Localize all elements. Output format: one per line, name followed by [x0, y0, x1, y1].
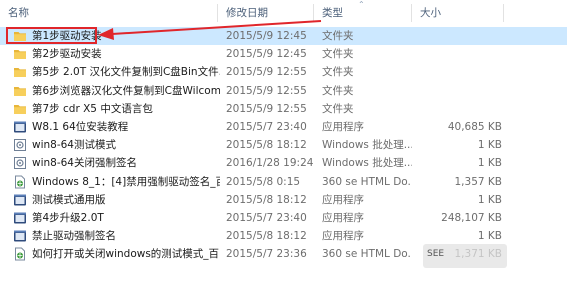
file-modified-date: 2015/5/8 18:12 [226, 193, 307, 206]
file-name: 第7步 cdr X5 中文语言包 [32, 102, 153, 115]
file-size: 1,357 KB [454, 175, 503, 188]
file-row[interactable]: W8.1 64位安装教程 2015/5/7 23:40 应用程序 40,685 KB [0, 118, 567, 136]
file-modified-date: 2015/5/9 12:55 [226, 102, 307, 115]
file-name: W8.1 64位安装教程 [32, 120, 129, 133]
folder-row[interactable]: 第7步 cdr X5 中文语言包 2015/5/9 12:55 文件夹 [0, 100, 567, 118]
file-modified-date: 2016/1/28 19:24 [226, 157, 314, 170]
file-size: 1 KB [477, 139, 502, 152]
file-size: 1 KB [477, 193, 502, 206]
folder-icon [13, 84, 27, 98]
file-name: 第6步浏览器汉化文件复制到C盘Wilcom... [32, 84, 220, 97]
file-type: Windows 批处理... [322, 157, 412, 170]
file-size: 1 KB [477, 230, 502, 243]
file-type: 文件夹 [322, 48, 354, 61]
file-row[interactable]: 第4步升级2.0T 2015/5/7 23:40 应用程序 248,107 KB [0, 209, 567, 227]
file-modified-date: 2015/5/9 12:55 [226, 84, 307, 97]
html-document-icon [13, 247, 27, 261]
folder-row[interactable]: 第2步驱动安装 2015/5/9 12:45 文件夹 [0, 45, 567, 63]
app-icon [13, 193, 27, 207]
file-modified-date: 2015/5/8 18:12 [226, 230, 307, 243]
file-type: 360 se HTML Do... [322, 248, 412, 261]
watermark: SEE [423, 244, 507, 268]
file-name: 测试模式通用版 [32, 193, 106, 206]
file-size [414, 45, 502, 63]
app-icon [13, 229, 27, 243]
file-type: 应用程序 [322, 193, 364, 206]
file-type: Windows 批处理... [322, 139, 412, 152]
column-header-size-label: 大小 [420, 7, 441, 19]
file-row[interactable]: win8-64测试模式 2015/5/8 18:12 Windows 批处理... 1… [0, 136, 567, 154]
file-size [414, 100, 502, 118]
file-row[interactable]: 禁止驱动强制签名 2015/5/8 18:12 应用程序 1 KB [0, 227, 567, 245]
column-header-name-label: 名称 [8, 7, 29, 19]
html-document-icon [13, 175, 27, 189]
batch-file-icon [13, 138, 27, 152]
file-type: 应用程序 [322, 211, 364, 224]
file-size: 40,685 KB [447, 120, 502, 133]
file-name: win8-64关闭强制签名 [32, 157, 137, 170]
file-modified-date: 2015/5/7 23:40 [226, 211, 307, 224]
file-modified-date: 2015/5/9 12:55 [226, 66, 307, 79]
folder-icon [13, 47, 27, 61]
annotation-arrow [98, 20, 322, 40]
file-type: 文件夹 [322, 102, 354, 115]
file-row[interactable]: Windows 8_1：[4]禁用强制驱动签名_百... 2015/5/8 0:1… [0, 173, 567, 191]
file-row[interactable]: win8-64关闭强制签名 2016/1/28 19:24 Windows 批处理.… [0, 154, 567, 172]
watermark-text: SEE [427, 249, 445, 259]
file-name: 如何打开或关闭windows的测试模式_百... [32, 248, 220, 261]
file-name: 禁止驱动强制签名 [32, 230, 116, 243]
file-modified-date: 2015/5/7 23:36 [226, 248, 307, 261]
file-name: 第5步 2.0T 汉化文件复制到C盘Bin文件... [32, 66, 220, 79]
folder-row[interactable]: 第6步浏览器汉化文件复制到C盘Wilcom... 2015/5/9 12:55 文件… [0, 82, 567, 100]
file-modified-date: 2015/5/8 18:12 [226, 139, 307, 152]
file-modified-date: 2015/5/7 23:40 [226, 120, 307, 133]
file-type: 360 se HTML Do... [322, 175, 412, 188]
folder-icon [13, 102, 27, 116]
file-modified-date: 2015/5/9 12:45 [226, 48, 307, 61]
file-type: 应用程序 [322, 120, 364, 133]
app-icon [13, 120, 27, 134]
file-type: 文件夹 [322, 66, 354, 79]
folder-row[interactable]: 第5步 2.0T 汉化文件复制到C盘Bin文件... 2015/5/9 12:55… [0, 63, 567, 81]
file-name: 第2步驱动安装 [32, 48, 102, 61]
column-header-size[interactable]: 大小 [412, 0, 502, 26]
file-size [414, 27, 502, 45]
file-list: 第1步驱动安装 2015/5/9 12:45 文件夹 第2步驱动安装 2015/5/9 … [0, 27, 567, 263]
folder-icon [13, 65, 27, 79]
file-row[interactable]: 测试模式通用版 2015/5/8 18:12 应用程序 1 KB [0, 191, 567, 209]
file-name: 第4步升级2.0T [32, 211, 104, 224]
file-size: 248,107 KB [441, 211, 502, 224]
file-type: 应用程序 [322, 230, 364, 243]
column-header-type[interactable]: 类型 [314, 0, 410, 26]
file-type: 文件夹 [322, 84, 354, 97]
file-size: 1 KB [477, 157, 502, 170]
file-modified-date: 2015/5/8 0:15 [226, 175, 301, 188]
file-name: win8-64测试模式 [32, 139, 116, 152]
file-size [414, 63, 502, 81]
folder-icon [13, 29, 27, 43]
file-name: Windows 8_1：[4]禁用强制驱动签名_百... [32, 175, 220, 188]
batch-file-icon [13, 156, 27, 170]
file-size [414, 82, 502, 100]
column-divider[interactable] [503, 4, 504, 22]
app-icon [13, 211, 27, 225]
file-type: 文件夹 [322, 30, 354, 42]
